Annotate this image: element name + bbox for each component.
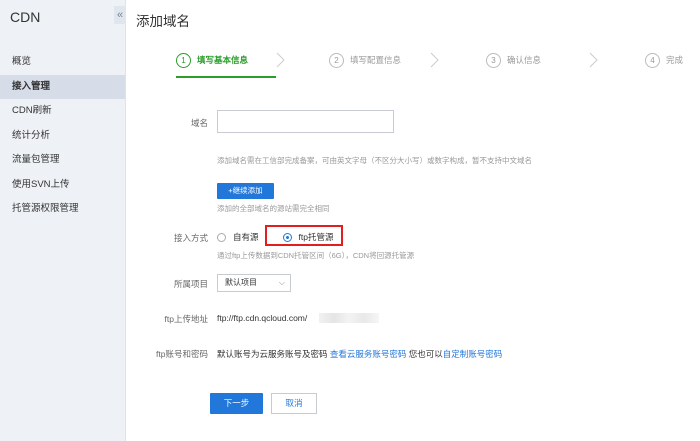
step-number: 4 [645, 52, 660, 68]
domain-label: 域名 [190, 118, 208, 128]
chevron-right-icon [276, 52, 285, 68]
step-2: 2 填写配置信息 [329, 49, 401, 71]
sidebar-item-overview[interactable]: 概览 [0, 50, 125, 74]
ftp-account-label: ftp账号和密码 [156, 349, 208, 359]
sidebar-item-statistics[interactable]: 统计分析 [0, 124, 125, 148]
step-1: 1 填写基本信息 [176, 49, 248, 71]
step-number: 1 [176, 52, 191, 68]
ftp-address-label: ftp上传地址 [164, 314, 208, 324]
add-more-button[interactable]: +继续添加 [217, 183, 274, 199]
access-mode-label: 接入方式 [173, 233, 208, 243]
redacted-region [319, 313, 379, 323]
sidebar: CDN « 概览 接入管理 CDN刷新 统计分析 流量包管理 使用SVN上传 托… [0, 0, 126, 441]
sidebar-item-access-management[interactable]: 接入管理 [0, 74, 125, 99]
chevron-right-icon [589, 52, 598, 68]
project-select-value: 默认项目 [225, 278, 257, 287]
sidebar-nav: 概览 接入管理 CDN刷新 统计分析 流量包管理 使用SVN上传 托管源权限管理 [0, 50, 125, 222]
chevron-right-icon [430, 52, 439, 68]
ftp-account-text: 默认账号为云服务账号及密码 [217, 349, 328, 359]
add-hint: 添加的全部域名的源站需完全相同 [217, 204, 330, 213]
highlight-annotation-box [265, 225, 343, 246]
sidebar-title: CDN [10, 9, 41, 25]
view-cloud-account-link[interactable]: 查看云服务账号密码 [330, 349, 407, 359]
sidebar-item-svn-upload[interactable]: 使用SVN上传 [0, 173, 125, 197]
radio-own-origin[interactable]: 自有源 [217, 231, 259, 243]
page-title: 添加域名 [136, 14, 190, 29]
domain-input[interactable] [217, 110, 394, 133]
step-label: 完成 [666, 55, 684, 65]
collapse-sidebar-button[interactable]: « [114, 6, 126, 24]
sidebar-item-cdn-refresh[interactable]: CDN刷新 [0, 99, 125, 123]
step-indicator: 1 填写基本信息 2 填写配置信息 3 确认信息 4 完成 [176, 49, 700, 71]
step-3: 3 确认信息 [486, 49, 541, 71]
step-number: 2 [329, 52, 344, 68]
access-hint: 通过ftp上传数据到CDN托管区间（6G），CDN将回源托管源 [217, 251, 415, 260]
active-step-underline [176, 76, 276, 78]
sidebar-item-origin-permission[interactable]: 托管源权限管理 [0, 197, 125, 221]
domain-hint: 添加域名需在工信部完成备案，可由英文字母（不区分大小写）或数字构成，暂不支持中文… [217, 156, 532, 165]
next-step-button[interactable]: 下一步 [210, 393, 263, 414]
step-number: 3 [486, 52, 501, 68]
ftp-account-info: 默认账号为云服务账号及密码 查看云服务账号密码 您也可以自定制账号密码 [217, 348, 502, 360]
main-content: 添加域名 1 填写基本信息 2 填写配置信息 3 确认信息 4 完成 域名 添加… [126, 0, 700, 441]
custom-account-link[interactable]: 自定制账号密码 [443, 349, 503, 359]
step-label: 填写配置信息 [350, 55, 402, 65]
ftp-address-value: ftp://ftp.cdn.qcloud.com/ [217, 313, 308, 323]
step-4: 4 完成 [645, 49, 683, 71]
cancel-button[interactable]: 取消 [271, 393, 317, 414]
project-label: 所属项目 [173, 279, 208, 289]
project-select[interactable]: 默认项目 ⌵ [217, 274, 291, 292]
ftp-account-mid-text: 您也可以 [408, 349, 443, 359]
chevron-down-icon: ⌵ [278, 278, 285, 287]
step-label: 填写基本信息 [197, 55, 249, 65]
step-label: 确认信息 [507, 55, 542, 65]
radio-circle[interactable] [217, 232, 226, 242]
radio-label: 自有源 [233, 232, 259, 242]
sidebar-item-traffic-package[interactable]: 流量包管理 [0, 148, 125, 172]
